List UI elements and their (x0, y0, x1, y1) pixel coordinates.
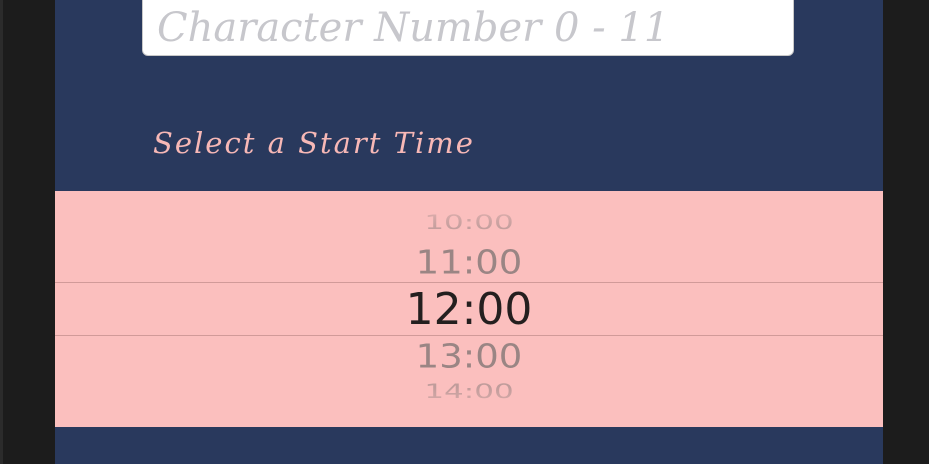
device-bezel (0, 0, 3, 464)
start-time-picker[interactable]: 10:00 11:00 12:00 13:00 14:00 (55, 191, 883, 427)
start-time-label: Select a Start Time (153, 126, 475, 160)
picker-option[interactable]: 11:00 (55, 244, 883, 282)
selection-indicator-top (55, 282, 883, 283)
app-screen: Select a Start Time 10:00 11:00 12:00 13… (55, 0, 883, 464)
picker-option[interactable]: 10:00 (55, 212, 883, 234)
character-number-input[interactable] (157, 5, 779, 51)
selection-indicator-bottom (55, 335, 883, 336)
picker-option[interactable]: 13:00 (55, 338, 883, 376)
character-number-field-container[interactable] (142, 0, 794, 56)
device-frame: Select a Start Time 10:00 11:00 12:00 13… (0, 0, 929, 464)
picker-option[interactable]: 14:00 (55, 381, 883, 403)
picker-option-selected[interactable]: 12:00 (55, 284, 883, 335)
